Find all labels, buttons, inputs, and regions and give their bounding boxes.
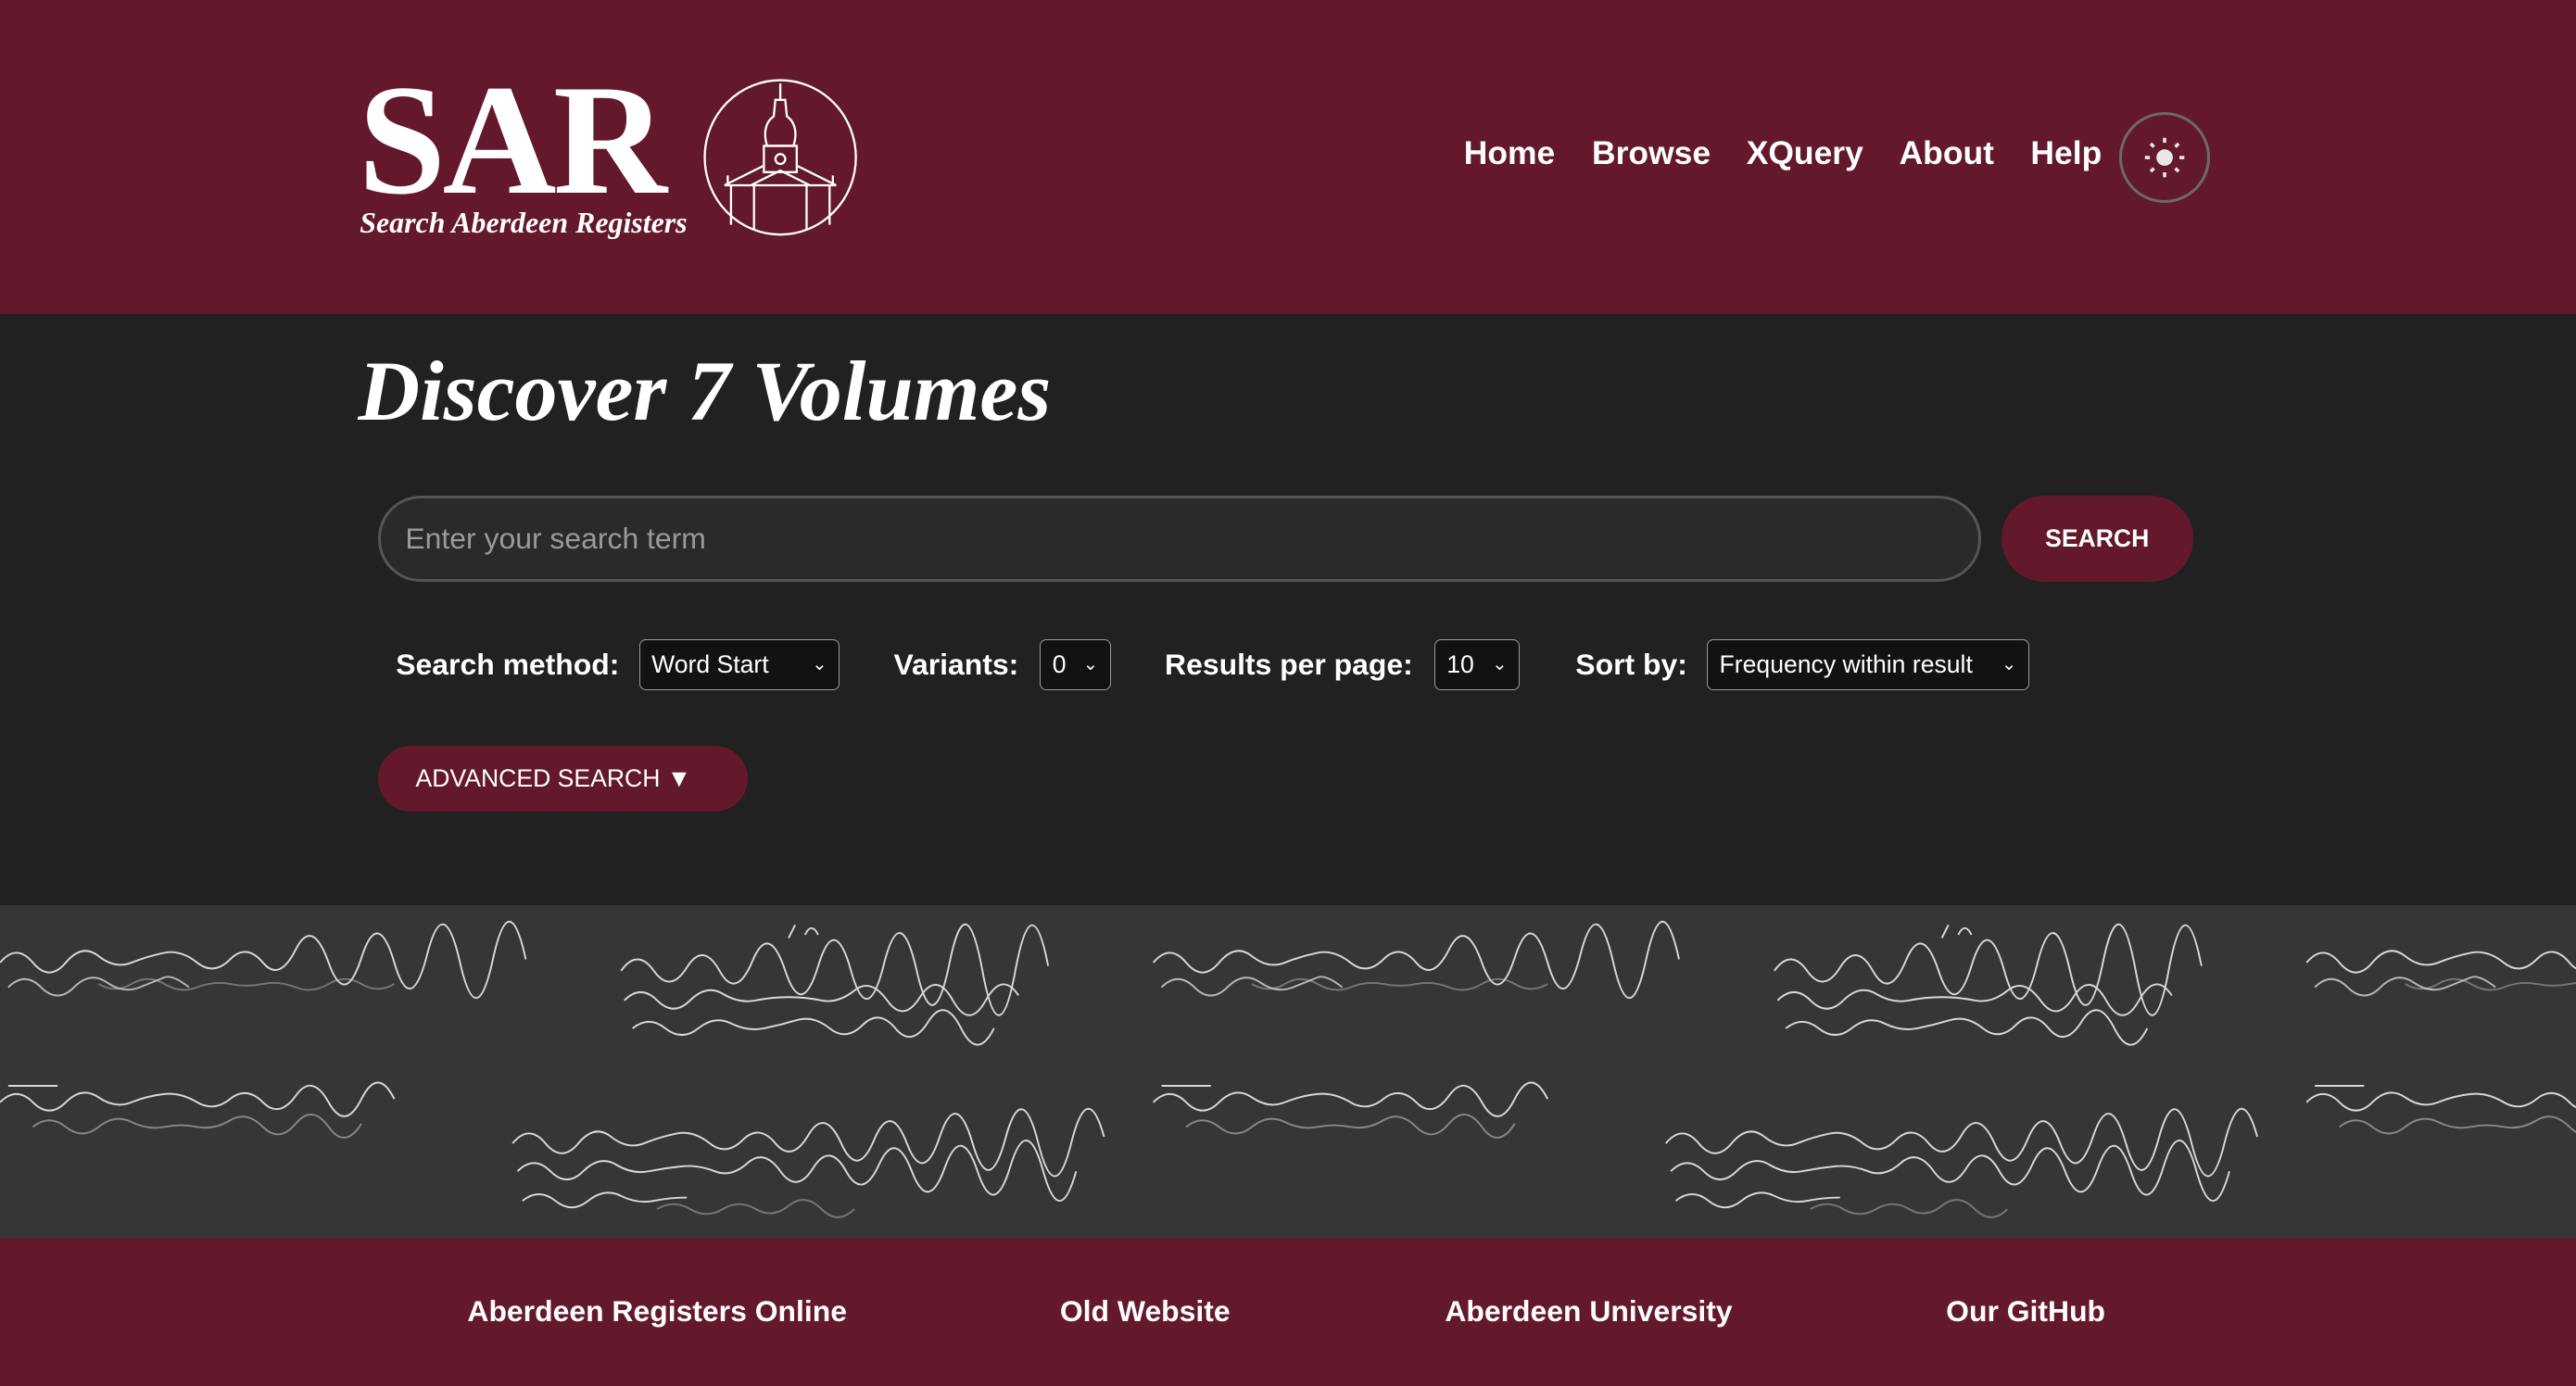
variants-select[interactable]: 0 ⌄: [1040, 638, 1111, 690]
search-method-select[interactable]: Word Start ⌄: [638, 638, 840, 690]
footer-link-old-website[interactable]: Old Website: [1060, 1294, 1231, 1329]
chevron-down-icon: ⌄: [1492, 654, 1508, 675]
results-per-page-label: Results per page:: [1165, 647, 1413, 681]
results-per-page-select[interactable]: 10 ⌄: [1433, 638, 1521, 690]
sun-icon: [2144, 137, 2185, 177]
search-method-value: Word Start: [651, 649, 769, 678]
site-header: SAR Search Aberdeen Registers Home Brows…: [0, 0, 2576, 314]
search-input[interactable]: [377, 496, 1982, 582]
theme-toggle-button[interactable]: [2119, 111, 2211, 203]
results-per-page-value: 10: [1446, 649, 1474, 678]
sort-by-label: Sort by:: [1575, 647, 1687, 681]
nav-about[interactable]: About: [1900, 134, 1994, 172]
search-button[interactable]: SEARCH: [2001, 496, 2193, 582]
variants-value: 0: [1052, 649, 1067, 678]
footer-link-aberdeen-registers-online[interactable]: Aberdeen Registers Online: [467, 1294, 847, 1329]
footer-link-aberdeen-university[interactable]: Aberdeen University: [1445, 1294, 1732, 1329]
sort-by-value: Frequency within result: [1719, 649, 1973, 678]
manuscript-handwriting-image: [0, 920, 2576, 1218]
footer-link-github[interactable]: Our GitHub: [1946, 1294, 2105, 1329]
manuscript-banner: [0, 904, 2576, 1239]
logo-text: SAR: [358, 51, 667, 227]
logo-subtitle: Search Aberdeen Registers: [360, 207, 688, 240]
search-method-label: Search method:: [396, 647, 620, 681]
chevron-down-icon: ⌄: [2001, 654, 2017, 675]
advanced-search-button[interactable]: ADVANCED SEARCH ▼: [377, 745, 748, 812]
chevron-down-icon: ⌄: [1082, 654, 1099, 675]
sort-by-select[interactable]: Frequency within result ⌄: [1707, 638, 2029, 690]
site-logo[interactable]: SAR Search Aberdeen Registers: [358, 51, 868, 246]
page-title: Discover 7 Volumes: [358, 343, 1052, 438]
nav-home[interactable]: Home: [1464, 134, 1556, 172]
marischal-seal-icon: [703, 79, 857, 236]
nav-xquery[interactable]: XQuery: [1747, 134, 1863, 172]
nav-help[interactable]: Help: [2030, 134, 2102, 172]
site-footer: [0, 1238, 2576, 1386]
variants-label: Variants:: [893, 647, 1019, 681]
chevron-down-icon: ⌄: [812, 654, 827, 675]
nav-browse[interactable]: Browse: [1592, 134, 1711, 172]
